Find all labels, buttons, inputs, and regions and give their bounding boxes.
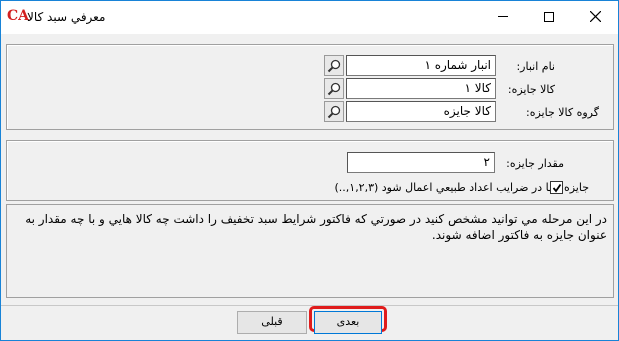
close-button[interactable] — [572, 1, 618, 32]
maximize-icon — [544, 11, 554, 22]
quantity-field[interactable]: ۲ — [347, 152, 495, 173]
gift-item-lookup-button[interactable] — [324, 78, 344, 99]
minimize-button[interactable] — [480, 1, 526, 32]
gift-group-lookup-button[interactable] — [324, 101, 344, 122]
window-title: معرفي سبد کالا — [27, 10, 106, 24]
gift-item-field[interactable]: کالا ۱ — [346, 78, 496, 99]
multiples-checkbox[interactable] — [550, 181, 563, 194]
gift-group-field[interactable]: کالا جايزه — [346, 101, 496, 122]
quantity-label: مقدار جايزه: — [506, 157, 564, 170]
magnifier-icon — [327, 59, 341, 72]
previous-button[interactable]: قبلی — [237, 311, 307, 334]
warehouse-lookup-button[interactable] — [324, 55, 344, 76]
checkmark-icon — [552, 183, 561, 192]
info-text: در اين مرحله مي توانيد مشخص کنيد در صورت… — [25, 212, 607, 242]
next-button[interactable]: بعدی — [314, 311, 382, 334]
title-bar[interactable]: CA معرفي سبد کالا — [1, 1, 618, 34]
maximize-button[interactable] — [526, 1, 572, 32]
gift-item-label: کالا جايزه: — [507, 83, 555, 96]
close-icon — [589, 11, 601, 22]
app-logo: CA — [7, 8, 30, 24]
info-panel: در اين مرحله مي توانيد مشخص کنيد در صورت… — [6, 204, 614, 298]
magnifier-icon — [327, 105, 341, 118]
gift-group-label: گروه کالا جايزه: — [526, 106, 599, 119]
bottom-separator — [1, 305, 618, 306]
warehouse-field[interactable]: انبار شماره ۱ — [346, 55, 496, 76]
minimize-icon — [498, 16, 508, 17]
gift-source-group: نام انبار: انبار شماره ۱ کالا جايزه: کال… — [6, 44, 614, 130]
warehouse-label: نام انبار: — [516, 60, 555, 73]
magnifier-icon — [327, 82, 341, 95]
dialog-window: CA معرفي سبد کالا نام انبار: انبار شماره… — [0, 0, 619, 341]
gift-quantity-group: مقدار جايزه: ۲ جايزه تنها در ضرايب اعداد… — [6, 140, 614, 201]
